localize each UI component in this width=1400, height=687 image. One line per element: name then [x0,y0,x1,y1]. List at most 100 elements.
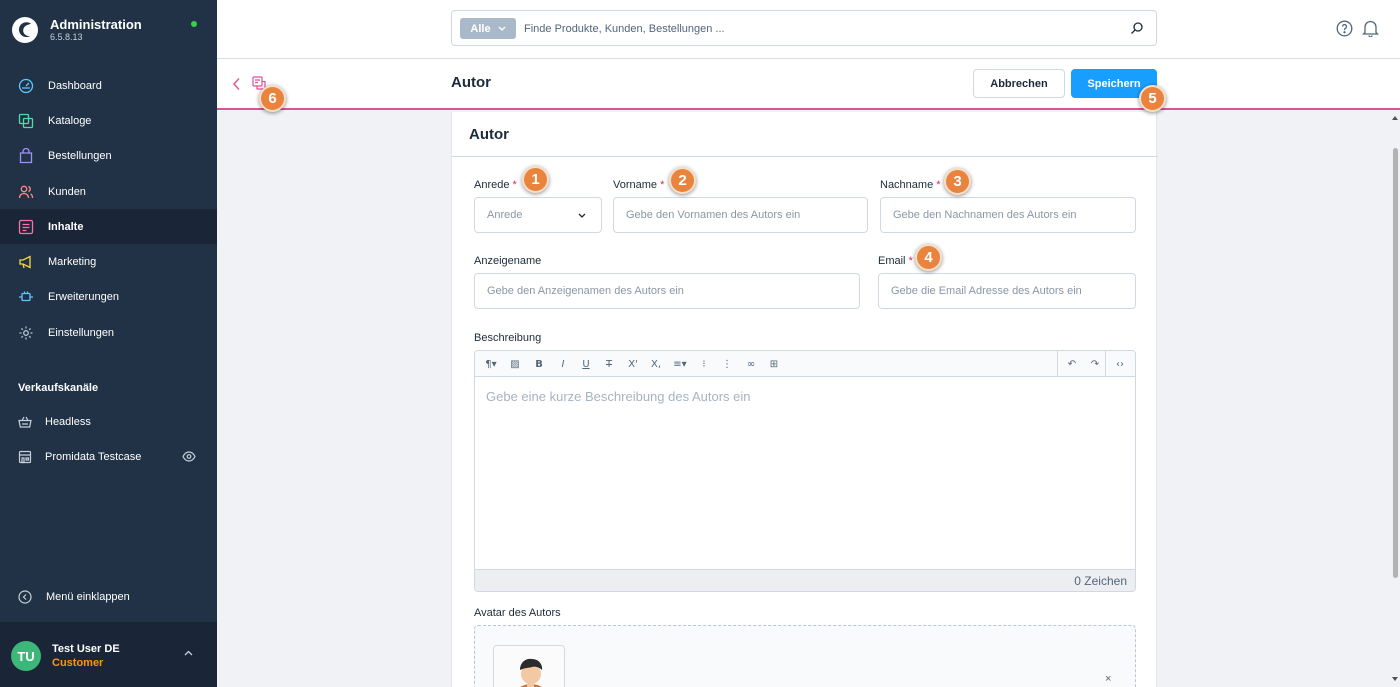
nav-item-marketing[interactable]: Marketing [0,244,217,279]
first-name-label: Vorname * [613,179,665,191]
nav-item-content[interactable]: Inhalte [0,209,217,245]
nav-label: Erweiterungen [48,291,119,304]
email-field[interactable] [878,273,1136,309]
undo-icon[interactable]: ↶ [1065,358,1079,370]
online-status-dot [191,21,197,27]
chevron-down-icon [578,213,586,218]
bold-icon[interactable]: B [533,358,545,370]
search-type-label: Alle [470,22,491,35]
paragraph-format-icon[interactable]: ¶▾ [481,358,501,370]
avatar-preview [493,645,565,687]
annotation-badge-5: 5 [1139,85,1166,112]
sidebar: Administration 6.5.8.13 Dashboard Katalo… [0,0,217,687]
gear-icon [19,326,33,340]
superscript-icon[interactable]: X' [626,358,640,370]
subscript-icon[interactable]: X, [649,358,663,370]
nav-item-settings[interactable]: Einstellungen [0,315,217,350]
required-marker: * [660,179,665,191]
display-name-field[interactable] [474,273,860,309]
annotation-badge-3: 3 [944,168,971,195]
toolbar-separator [1057,351,1058,377]
link-icon[interactable]: ∞ [744,358,758,370]
brand[interactable]: Administration 6.5.8.13 [12,14,142,46]
remove-avatar-icon[interactable]: × [1105,674,1115,685]
app-title: Administration [50,17,142,32]
nav-label: Bestellungen [48,150,112,163]
nav-label: Kunden [48,185,86,198]
author-card: Autor Anrede * Anrede Vorname * Nachname… [451,112,1158,687]
description-label: Beschreibung [474,332,542,344]
nav-label: Kataloge [48,114,92,127]
customers-icon [18,185,34,198]
nav-item-customers[interactable]: Kunden [0,174,217,209]
storefront-icon [18,450,32,464]
table-icon[interactable]: ⊞ [767,358,781,370]
redo-icon[interactable]: ↷ [1088,358,1102,370]
back-arrow-icon[interactable] [232,77,241,91]
nav-item-dashboard[interactable]: Dashboard [0,68,217,103]
cancel-button[interactable]: Abbrechen [973,69,1065,98]
last-name-label: Nachname * [880,179,941,191]
main-nav: Dashboard Kataloge Bestellungen Kunden I… [0,68,217,350]
scroll-thumb[interactable] [1393,148,1398,578]
first-name-field[interactable] [613,197,868,233]
required-marker: * [936,179,941,191]
salutation-select[interactable]: Anrede [474,197,602,233]
display-name-label: Anzeigename [474,255,542,267]
help-icon[interactable] [1336,20,1353,37]
text-color-icon[interactable]: ▨ [508,358,522,370]
editor-toolbar: ¶▾ ▨ B I U T X' X, ≡▾ ⁝ ⋮ ∞ ⊞ ↶ ↷ ‹› [475,351,1135,377]
numbered-list-icon[interactable]: ⋮ [721,358,733,370]
card-divider [452,156,1158,157]
last-name-field[interactable] [880,197,1136,233]
underline-icon[interactable]: U [580,358,592,370]
page-title: Autor [451,74,491,91]
orders-icon [19,148,33,164]
search-icon[interactable] [1130,21,1144,35]
nav-item-catalogs[interactable]: Kataloge [0,103,217,138]
shopware-logo-icon [12,17,38,43]
search-type-dropdown[interactable]: Alle [460,18,516,39]
megaphone-icon [19,255,31,269]
chevron-down-icon [498,26,506,31]
basket-icon [18,416,32,428]
scroll-down-icon[interactable] [1391,676,1399,682]
strikethrough-icon[interactable]: T [603,358,615,370]
global-search: Alle [451,10,1157,46]
eye-icon[interactable] [182,451,196,462]
search-input[interactable] [524,19,1104,39]
bell-icon[interactable] [1362,19,1379,37]
annotation-badge-1: 1 [522,166,549,193]
catalog-icon [18,113,34,129]
email-label: Email * [878,255,913,267]
avatar-upload-area[interactable]: × [474,625,1136,687]
align-icon[interactable]: ≡▾ [670,358,690,370]
annotation-badge-2: 2 [669,167,696,194]
nav-item-orders[interactable]: Bestellungen [0,139,217,174]
scrollbar[interactable] [1390,112,1400,687]
italic-icon[interactable]: I [557,358,569,370]
dashboard-icon [18,78,34,93]
nav-label: Marketing [48,256,97,269]
sales-channel-headless[interactable]: Headless [0,404,217,439]
char-count: 0 Zeichen [1074,574,1127,588]
description-editor[interactable]: ¶▾ ▨ B I U T X' X, ≡▾ ⁝ ⋮ ∞ ⊞ ↶ ↷ ‹› Geb… [474,350,1136,592]
avatar-illustration [494,646,564,687]
code-view-icon[interactable]: ‹› [1113,358,1127,370]
scroll-up-icon[interactable] [1391,115,1399,121]
nav-item-extensions[interactable]: Erweiterungen [0,280,217,315]
editor-placeholder: Gebe eine kurze Beschreibung des Autors … [486,389,751,404]
toolbar-separator [1105,351,1106,377]
required-marker: * [908,255,913,267]
sales-channel-list: Headless Promidata Testcase [0,404,217,475]
user-name: Test User DE [52,643,120,655]
nav-label: Inhalte [48,220,84,233]
bullet-list-icon[interactable]: ⁝ [698,358,710,370]
sales-channel-promidata[interactable]: Promidata Testcase [0,439,217,474]
user-menu[interactable]: TU Test User DE Customer [0,622,217,687]
collapse-menu-button[interactable]: Menü einklappen [18,590,130,604]
nav-label: Dashboard [48,79,102,92]
nav-label: Headless [45,415,91,428]
sales-channels-heading: Verkaufskanäle [18,382,99,394]
required-marker: * [512,179,517,191]
